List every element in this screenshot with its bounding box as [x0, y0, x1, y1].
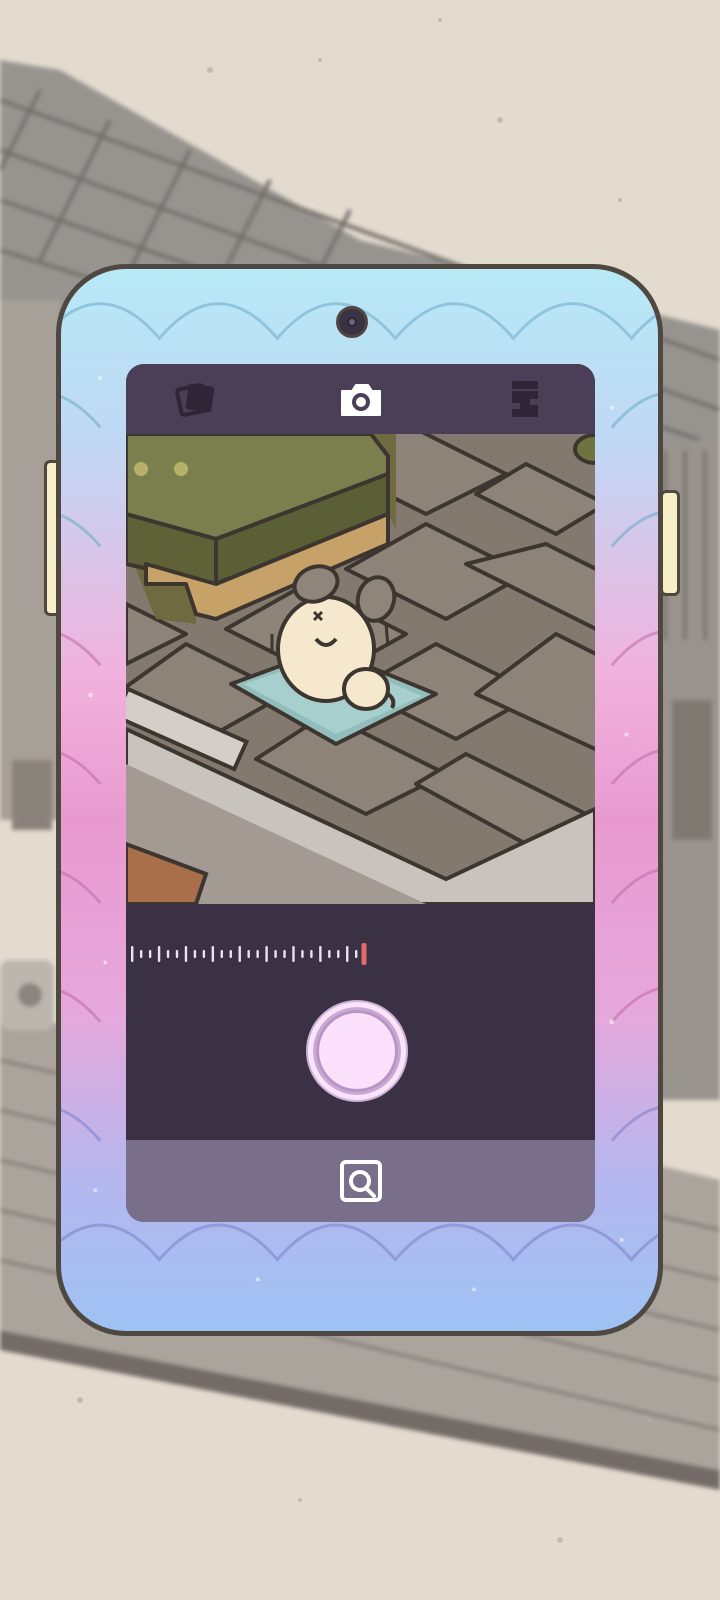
shutter-button[interactable] — [308, 1002, 406, 1100]
zoom-tick — [283, 950, 286, 958]
zoom-tick — [184, 946, 188, 962]
zoom-tick — [211, 946, 215, 962]
camera-icon[interactable] — [338, 376, 384, 422]
zoom-tick — [193, 950, 197, 958]
zoom-tick — [220, 950, 223, 958]
camera-top-bar — [126, 364, 595, 434]
zoom-tick — [166, 950, 170, 958]
zoom-tick — [202, 950, 206, 958]
zoom-tick — [229, 950, 232, 958]
zoom-tick — [247, 950, 250, 958]
zoom-tick — [256, 950, 259, 958]
zoom-tick — [131, 946, 134, 962]
zoom-tick — [301, 950, 304, 958]
zoom-slider[interactable] — [128, 942, 368, 966]
zoom-tick — [157, 946, 161, 962]
camera-bottom-bar — [126, 1140, 595, 1222]
phone-side-button-right — [660, 490, 680, 596]
zoom-tick — [346, 946, 349, 962]
camera-viewfinder[interactable] — [126, 434, 595, 904]
zoom-tick — [139, 950, 143, 958]
photo-album-icon[interactable] — [174, 376, 220, 422]
zoom-tick — [319, 946, 322, 962]
zoom-tick — [238, 946, 241, 962]
character-costume-icon[interactable] — [501, 376, 547, 422]
zoom-tick — [265, 946, 268, 962]
zoom-tick — [337, 950, 340, 958]
camera-controls — [126, 904, 595, 1140]
zoom-tick — [148, 950, 152, 958]
shutter-button-inner — [319, 1013, 395, 1089]
zoom-tick — [292, 946, 295, 962]
gallery-frame-icon[interactable] — [338, 1158, 384, 1204]
zoom-tick — [274, 950, 277, 958]
front-camera — [336, 306, 368, 338]
zoom-tick — [310, 950, 313, 958]
zoom-tick — [328, 950, 331, 958]
camera-app-screen — [126, 364, 595, 1222]
zoom-tick — [175, 950, 179, 958]
zoom-tick — [355, 950, 358, 958]
zoom-level-indicator[interactable] — [361, 943, 367, 965]
